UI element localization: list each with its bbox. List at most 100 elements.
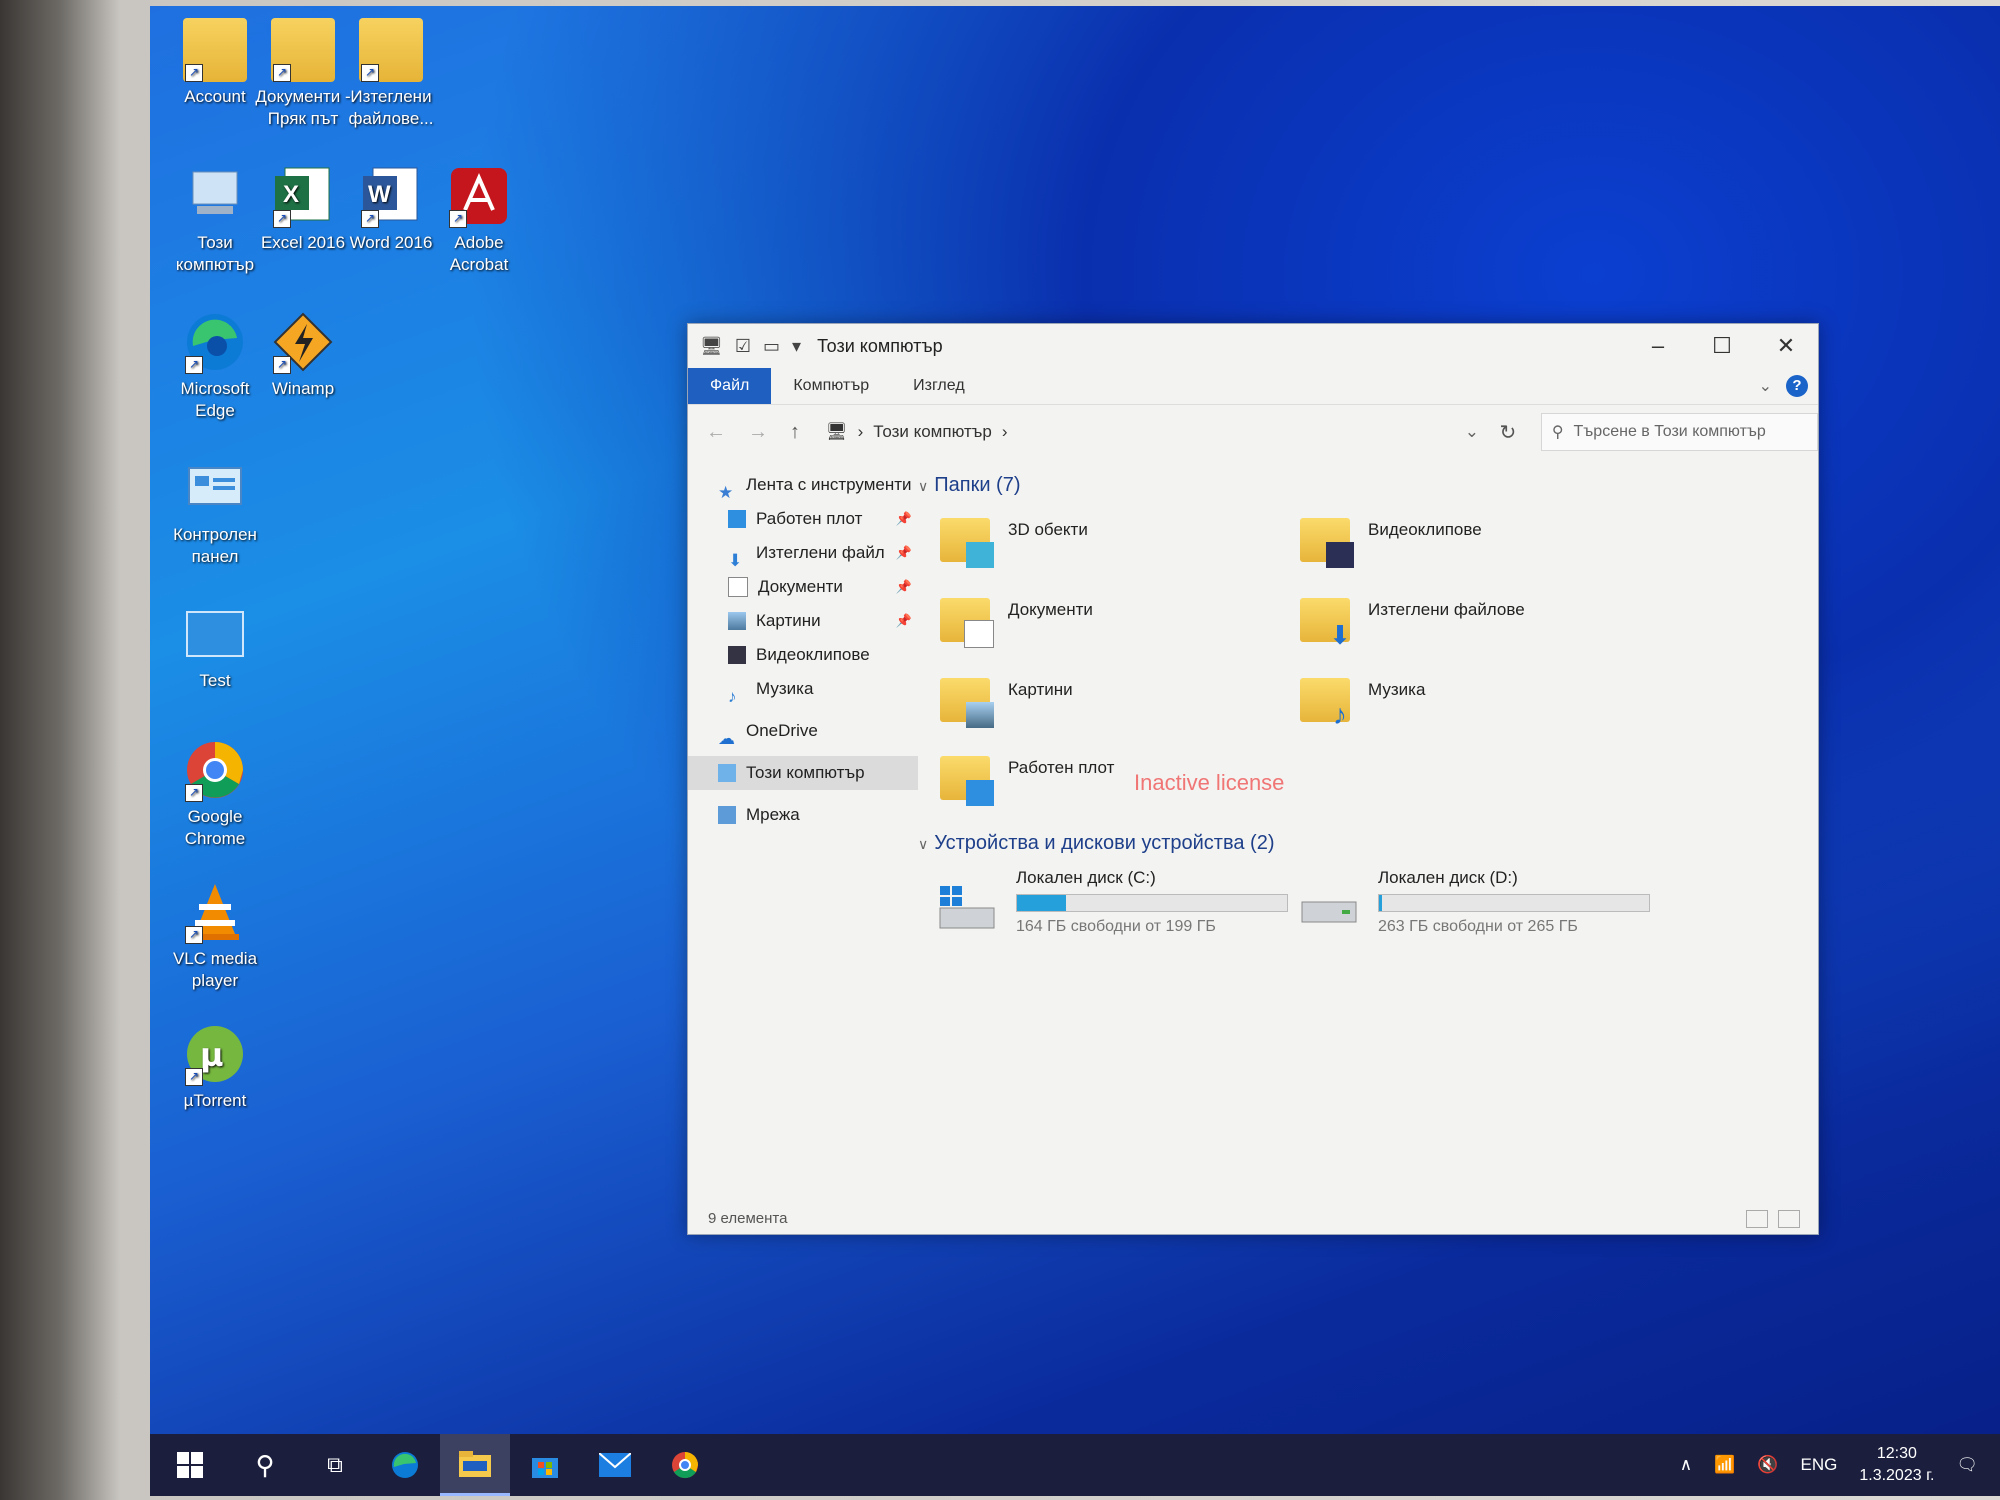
downloads-folder-icon: ↗ (359, 18, 423, 82)
network-icon[interactable]: 📶 (1714, 1455, 1735, 1475)
desktop-icon-chrome[interactable]: ↗ Google Chrome (160, 738, 270, 850)
details-view-icon[interactable] (1746, 1210, 1768, 1228)
mail-taskbar-icon[interactable] (580, 1434, 650, 1496)
properties-icon[interactable]: ☑ (735, 336, 751, 357)
task-view-icon[interactable]: ⧉ (300, 1434, 370, 1496)
desktop-icon-winamp[interactable]: ↗ Winamp (248, 310, 358, 400)
desktop-icon-acrobat[interactable]: ↗ Adobe Acrobat (424, 164, 534, 276)
nav-item-downloads[interactable]: ⬇ Изтеглени файл 📌 (688, 536, 918, 570)
large-icons-view-icon[interactable] (1778, 1210, 1800, 1228)
desktop-icon-test[interactable]: Test (160, 602, 270, 692)
tab-file[interactable]: Файл (688, 368, 772, 404)
word-icon: W ↗ (359, 164, 423, 228)
folder-documents[interactable]: Документи (940, 594, 1093, 650)
video-icon (1300, 514, 1356, 570)
nav-item-this-pc[interactable]: Този компютър (688, 756, 918, 790)
maximize-button[interactable]: ☐ (1690, 324, 1754, 368)
nav-item-network[interactable]: Мрежа (688, 798, 918, 832)
search-placeholder: Търсене в Този компютър (1573, 423, 1766, 440)
pin-icon[interactable]: 📌 (896, 502, 918, 536)
file-explorer-window[interactable]: 🖥 ☑ ▭ ▾ Този компютър – ☐ ✕ Файл Компютъ… (687, 323, 1819, 1235)
forward-arrow-icon[interactable]: → (748, 421, 768, 444)
language-indicator[interactable]: ENG (1801, 1455, 1838, 1475)
new-folder-icon[interactable]: ▭ (763, 336, 780, 357)
nav-item-label: Този компютър (746, 763, 865, 782)
minimize-button[interactable]: – (1626, 324, 1690, 368)
chevron-right-icon: › (1001, 422, 1008, 441)
volume-muted-icon[interactable]: 🔇 (1757, 1455, 1778, 1475)
nav-item-label: Видеоклипове (756, 645, 870, 664)
nav-item-label: Лента с инструменти (746, 475, 912, 494)
network-icon (718, 806, 736, 824)
folders-group-header[interactable]: ∨ Папки (7) (918, 474, 1021, 497)
tab-computer[interactable]: Компютър (771, 368, 891, 404)
address-bar[interactable]: 🖥 › Този компютър › ⌄ (818, 414, 1489, 450)
clock[interactable]: 12:30 1.3.2023 г. (1859, 1443, 1934, 1487)
nav-item-music[interactable]: ♪ Музика (688, 672, 918, 706)
drive-c[interactable]: Локален диск (C:) 164 ГБ свободни от 199… (934, 868, 1288, 938)
edge-icon: ↗ (183, 310, 247, 374)
nav-item-videos[interactable]: Видеоклипове (688, 638, 918, 672)
search-icon: ⚲ (1551, 424, 1564, 441)
folder-3d-objects[interactable]: 3D обекти (940, 514, 1088, 570)
breadcrumb[interactable]: Този компютър (873, 422, 992, 442)
download-icon: ⬇ (728, 551, 743, 570)
desktop: ↗ Account ↗ Документи - Пряк път ↗ Изтег… (150, 6, 2000, 1496)
nav-item-quick-access[interactable]: ★ Лента с инструменти (688, 468, 918, 502)
nav-item-onedrive[interactable]: ☁ OneDrive (688, 714, 918, 748)
desktop-icon-utorrent[interactable]: µ ↗ µTorrent (160, 1022, 270, 1112)
close-button[interactable]: ✕ (1754, 324, 1818, 368)
cloud-icon: ☁ (718, 729, 735, 748)
desktop-icon-downloads[interactable]: ↗ Изтеглени файлове... (336, 18, 446, 130)
folder-downloads[interactable]: ⬇ Изтеглени файлове (1300, 594, 1525, 650)
back-arrow-icon[interactable]: ← (706, 421, 726, 444)
drives-group-header[interactable]: ∨ Устройства и дискови устройства (2) (918, 832, 1275, 855)
chevron-down-icon[interactable]: ▾ (792, 336, 801, 357)
drive-usage-fill (1379, 895, 1382, 911)
star-icon: ★ (718, 483, 734, 502)
folder-videos[interactable]: Видеоклипове (1300, 514, 1482, 570)
chevron-down-icon[interactable]: ⌄ (1465, 422, 1479, 442)
drive-usage-bar (1378, 894, 1650, 912)
chevron-right-icon: › (857, 422, 864, 441)
ribbon: Файл Компютър Изглед ⌄ ? (688, 368, 1818, 405)
folder-pictures[interactable]: Картини (940, 674, 1073, 730)
chrome-icon: ↗ (183, 738, 247, 802)
nav-item-desktop[interactable]: Работен плот 📌 (688, 502, 918, 536)
desktop-icon (940, 752, 996, 808)
quick-access-toolbar: 🖥 ☑ ▭ ▾ (700, 336, 801, 357)
search-input[interactable]: ⚲ Търсене в Този компютър (1540, 413, 1818, 451)
store-taskbar-icon[interactable] (510, 1434, 580, 1496)
chevron-up-icon[interactable]: ∧ (1680, 1455, 1692, 1475)
search-icon[interactable]: ⚲ (230, 1434, 300, 1496)
desktop-icon-control-panel[interactable]: Контролен панел (160, 456, 270, 568)
title-bar[interactable]: 🖥 ☑ ▭ ▾ Този компютър – ☐ ✕ (688, 324, 1818, 368)
up-arrow-icon[interactable]: ↑ (790, 421, 800, 444)
tab-view[interactable]: Изглед (891, 368, 987, 404)
drive-d[interactable]: Локален диск (D:) 263 ГБ свободни от 265… (1296, 868, 1650, 938)
help-icon[interactable]: ? (1786, 375, 1808, 397)
chrome-taskbar-icon[interactable] (650, 1434, 720, 1496)
pin-icon[interactable]: 📌 (896, 604, 918, 638)
desktop-icon-vlc[interactable]: ↗ VLC media player (160, 880, 270, 992)
folder-desktop[interactable]: Работен плот (940, 752, 1114, 808)
pin-icon[interactable]: 📌 (896, 536, 918, 570)
edge-taskbar-icon[interactable] (370, 1434, 440, 1496)
nav-item-pictures[interactable]: Картини 📌 (688, 604, 918, 638)
file-explorer-taskbar-icon[interactable] (440, 1434, 510, 1496)
folder-label: Видеоклипове (1368, 520, 1482, 539)
chevron-down-icon: ∨ (918, 836, 929, 852)
expand-ribbon-icon[interactable]: ⌄ (1759, 376, 1772, 396)
drive-free-space: 164 ГБ свободни от 199 ГБ (1016, 918, 1216, 935)
desktop-icon-label: Winamp (271, 379, 335, 398)
notification-icon[interactable]: 🗨 (1956, 1455, 1978, 1475)
folder-music[interactable]: ♪ Музика (1300, 674, 1425, 730)
nav-item-documents[interactable]: Документи 📌 (688, 570, 918, 604)
start-button[interactable] (150, 1434, 230, 1496)
drive-usage-fill (1017, 895, 1066, 911)
image-file-icon (183, 602, 247, 666)
refresh-button[interactable]: ↻ (1489, 420, 1527, 445)
desktop-icon-label: µTorrent (183, 1091, 247, 1110)
navigation-pane: ★ Лента с инструменти Работен плот 📌 ⬇ И… (688, 460, 918, 1204)
pin-icon[interactable]: 📌 (896, 570, 918, 604)
